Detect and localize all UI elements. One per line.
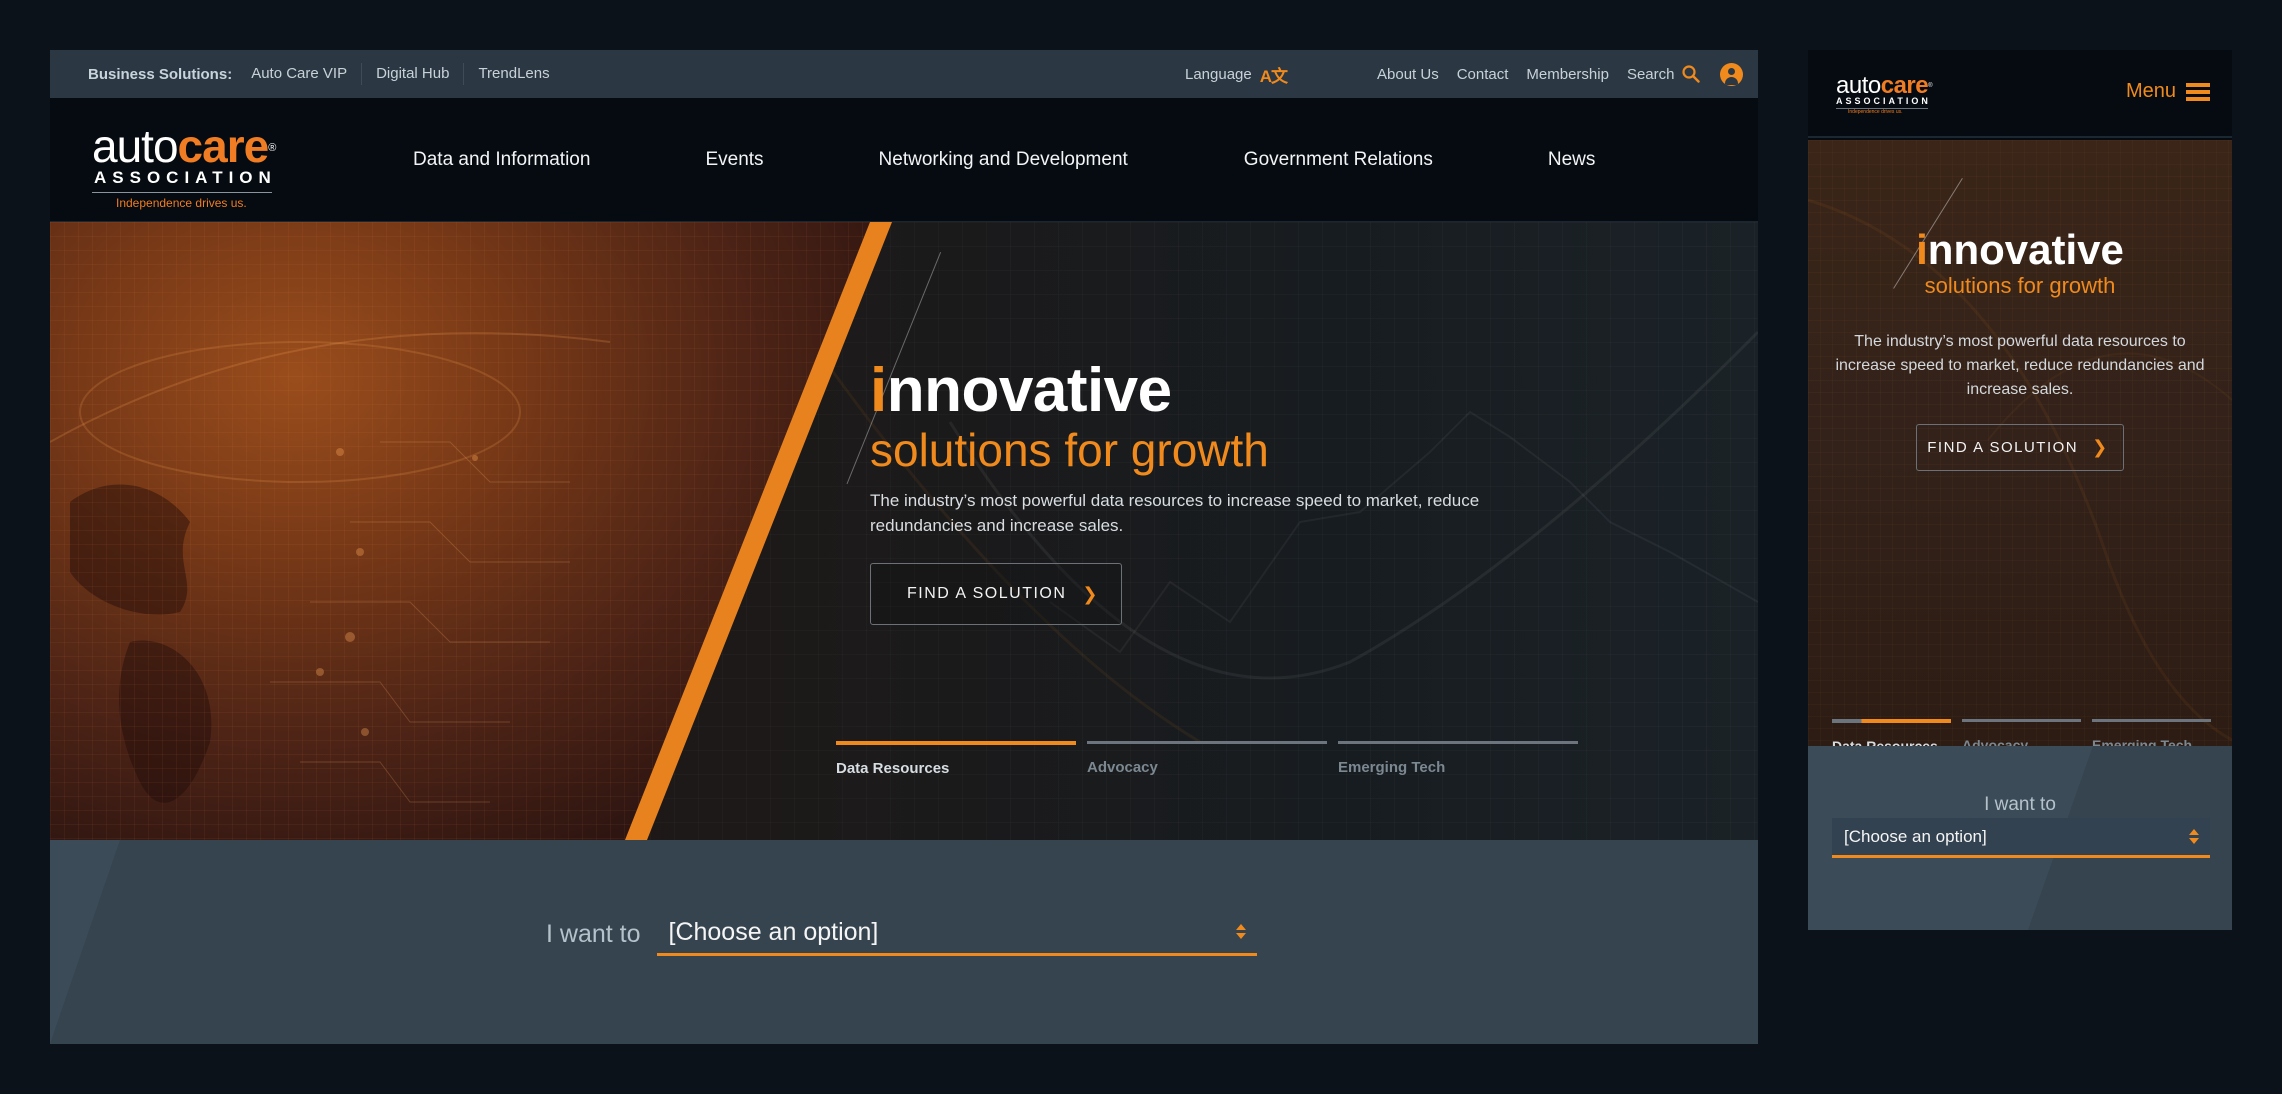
tab-label: Data Resources [836,760,950,777]
search-label: Search [1626,65,1675,83]
link-auto-care-vip[interactable]: Auto Care VIP [251,63,361,85]
i-want-to-section: I want to [Choose an option] [50,840,1758,1044]
i-want-to-label: I want to [546,919,641,948]
hero-title: innovative [870,360,1510,422]
mobile-find-a-solution-button[interactable]: FIND A SOLUTION ❯ [1916,424,2124,471]
logo-association: ASSOCIATION [94,168,277,187]
tab-label: Data Resources [1832,738,1938,746]
mobile-hero-content: innovative solutions for growth The indu… [1808,228,2232,471]
nav-government-relations[interactable]: Government Relations [1244,149,1433,171]
mobile-hero-subtitle: solutions for growth [1924,273,2116,298]
i-want-to-row: I want to [Choose an option] [546,912,1257,956]
hero-title-accent-letter: i [870,356,887,425]
select-value: [Choose an option] [668,918,879,946]
tab-progress-bar [2092,719,2211,722]
business-solutions-label: Business Solutions: [88,65,233,83]
link-digital-hub[interactable]: Digital Hub [361,63,463,85]
tab-label: Advocacy [1087,759,1158,776]
select-value: [Choose an option] [1844,826,1987,846]
tab-emerging-tech[interactable]: Emerging Tech [2092,719,2211,746]
link-about-us[interactable]: About Us [1377,66,1439,83]
find-a-solution-label: FIND A SOLUTION [907,585,1067,602]
logo-care: care [1880,72,1929,99]
hero-description: The industry’s most powerful data resour… [870,491,1480,535]
select-arrows-icon [2188,829,2200,847]
mobile-i-want-to-section: I want to [Choose an option] [1808,746,2232,930]
user-account-icon[interactable] [1720,63,1743,86]
mobile-menu-button[interactable]: Menu [2126,80,2210,103]
tab-emerging-tech[interactable]: Emerging Tech [1338,741,1578,777]
logo-registered: ® [1928,83,1933,89]
tab-progress-bar [1338,741,1578,744]
tab-data-resources[interactable]: Data Resources [1832,719,1951,746]
hero-subtitle: solutions for growth [870,424,1269,476]
mobile-autocare-logo[interactable]: autocare® ASSOCIATION Independence drive… [1836,74,1933,115]
link-trendlens[interactable]: TrendLens [463,63,563,85]
translate-icon: A文 [1259,66,1288,86]
menu-label: Menu [2125,80,2176,102]
nav-networking-and-development[interactable]: Networking and Development [879,149,1128,171]
tab-progress-bar [1832,719,1951,723]
find-a-solution-button[interactable]: FIND A SOLUTION ❯ [870,563,1122,625]
hero-slide-tabs: Data Resources Advocacy Emerging Tech [836,741,1578,777]
mobile-header: autocare® ASSOCIATION Independence drive… [1808,50,2232,138]
tab-advocacy[interactable]: Advocacy [1962,719,2081,746]
i-want-to-select[interactable]: [Choose an option] [656,912,1257,956]
find-a-solution-label: FIND A SOLUTION [1927,439,2079,456]
mobile-hero: innovative solutions for growth The indu… [1808,140,2232,746]
mobile-i-want-to-select[interactable]: [Choose an option] [1832,818,2210,858]
logo-tagline: Independence drives us. [1836,108,1928,115]
select-arrows-icon [1235,924,1247,942]
desktop-viewport: Business Solutions: Auto Care VIP Digita… [50,50,1758,1044]
hero-title-rest: nnovative [1927,226,2124,273]
search-button[interactable]: Search [1627,65,1701,83]
autocare-logo[interactable]: autocare® ASSOCIATION Independence drive… [92,123,277,210]
nav-events[interactable]: Events [705,149,763,171]
nav-data-and-information[interactable]: Data and Information [413,149,590,171]
logo-association: ASSOCIATION [1836,96,1931,106]
tab-progress-bar [836,741,1076,745]
nav-news[interactable]: News [1548,149,1596,171]
mobile-viewport: autocare® ASSOCIATION Independence drive… [1808,50,2232,930]
tab-label: Emerging Tech [1338,759,1446,776]
hero-title-rest: nnovative [886,356,1172,425]
logo-auto: auto [1836,72,1881,99]
hero-content: innovative solutions for growth The indu… [870,360,1510,625]
tab-progress-bar [1962,719,2081,722]
search-icon [1682,65,1701,83]
main-nav: Data and Information Events Networking a… [413,98,1595,222]
link-membership[interactable]: Membership [1526,66,1609,83]
logo-registered: ® [268,142,276,154]
utility-links: About Us Contact Membership Search [1377,50,1701,98]
chevron-right-icon: ❯ [1082,583,1100,604]
tab-data-resources[interactable]: Data Resources [836,741,1076,777]
main-header: autocare® ASSOCIATION Independence drive… [50,98,1758,222]
language-selector[interactable]: Language A文 [1185,50,1288,98]
tab-progress-bar [1087,741,1327,744]
logo-auto: auto [92,120,179,172]
utility-bar: Business Solutions: Auto Care VIP Digita… [50,50,1758,98]
mobile-hero-slide-tabs: Data Resources Advocacy Emerging Tech [1832,719,2211,746]
tab-advocacy[interactable]: Advocacy [1087,741,1327,777]
hero-carousel: innovative solutions for growth The indu… [50,222,1758,840]
chevron-right-icon: ❯ [2092,437,2109,457]
mobile-hero-description: The industry’s most powerful data resour… [1835,333,2205,398]
language-label: Language [1185,65,1252,83]
business-solutions-nav: Business Solutions: Auto Care VIP Digita… [50,50,564,98]
logo-divider [92,192,272,193]
tab-label: Emerging Tech [2092,737,2193,746]
section-shade [50,840,120,1044]
hamburger-icon [2186,82,2210,101]
mobile-hero-title: innovative [1808,228,2232,272]
tab-label: Advocacy [1962,737,2029,746]
hero-title-accent-letter: i [1916,226,1928,273]
logo-care: care [177,120,270,172]
i-want-to-label: I want to [1984,794,2056,815]
link-contact[interactable]: Contact [1457,66,1509,83]
logo-tagline: Independence drives us. [116,196,247,210]
